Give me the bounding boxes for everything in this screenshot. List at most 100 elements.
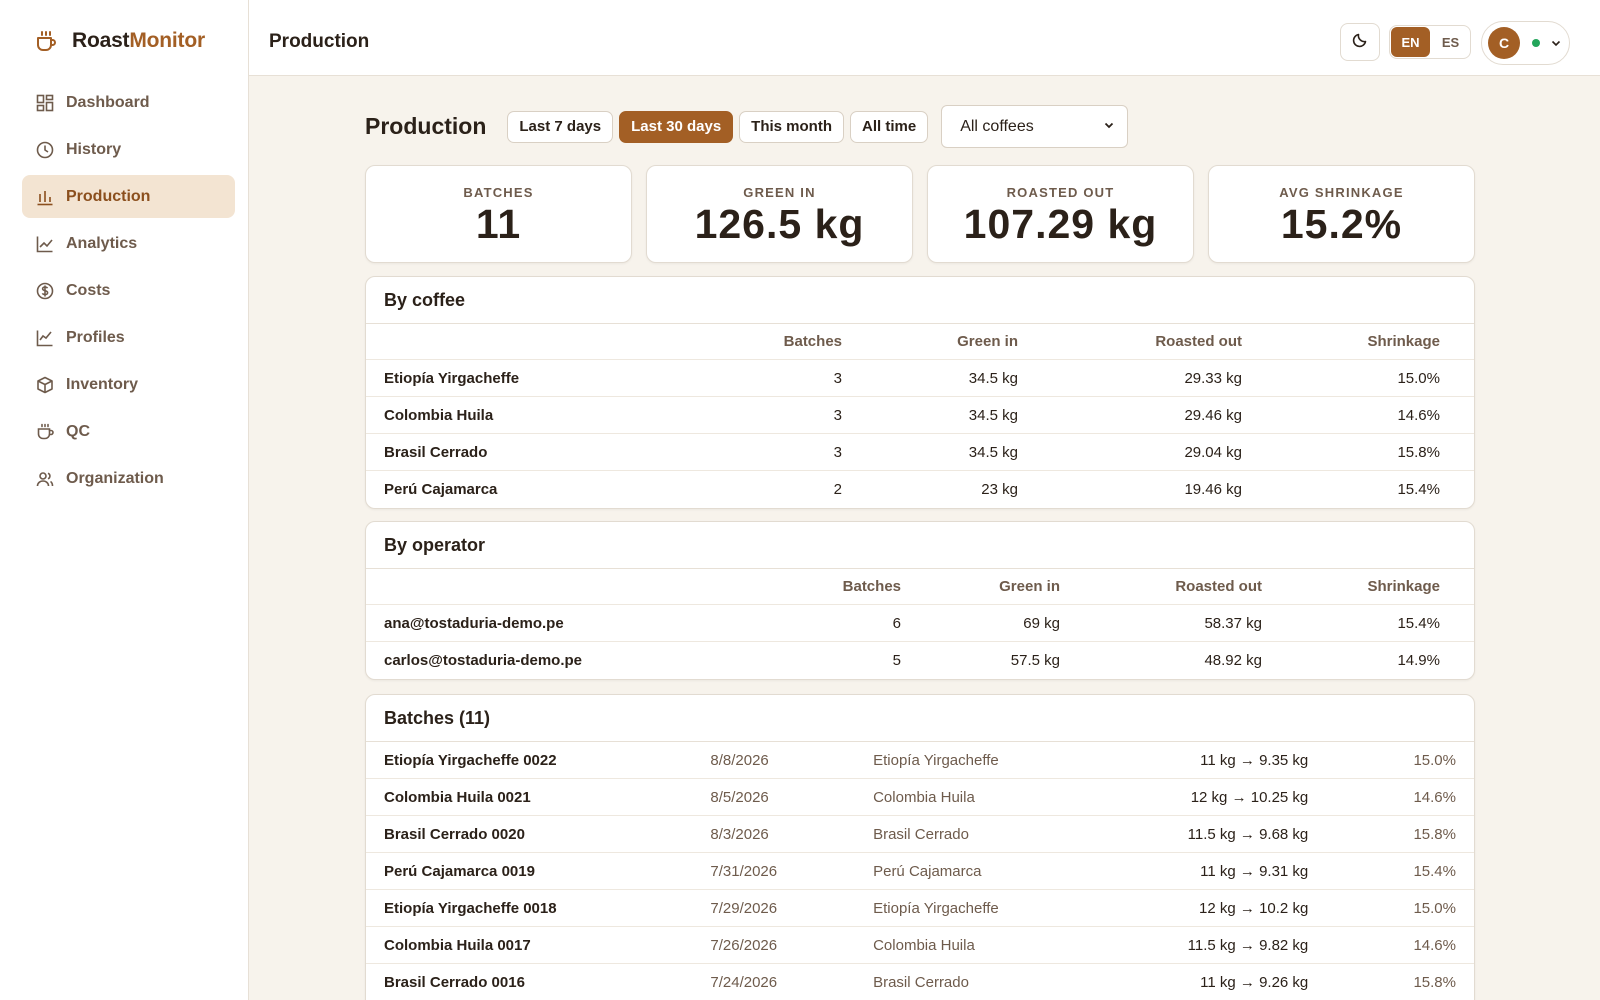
coffee-filter-value: All coffees [960, 117, 1034, 135]
sidebar-item-history[interactable]: History [22, 128, 235, 171]
batch-row[interactable]: Etiopía Yirgacheffe 0022 8/8/2026 Etiopía … [366, 742, 1474, 779]
batch-shrinkage: 15.8% [1413, 974, 1456, 991]
table-row[interactable]: Etiopía Yirgacheffe 3 34.5 kg 29.33 kg 15.0% [366, 360, 1474, 397]
batch-row[interactable]: Colombia Huila 0021 8/5/2026 Colombia Huil… [366, 779, 1474, 816]
batch-row[interactable]: Brasil Cerrado 0016 7/24/2026 Brasil Cerra… [366, 964, 1474, 1000]
sidebar-item-dashboard[interactable]: Dashboard [22, 81, 235, 124]
coffee-name: Etiopía Yirgacheffe [384, 369, 520, 387]
range-last-7-days-button[interactable]: Last 7 days [507, 110, 614, 143]
sidebar-item-profiles[interactable]: Profiles [22, 316, 235, 359]
roasted-out-cell: 19.46 kg [1184, 481, 1242, 498]
range-this-month-button[interactable]: This month [739, 110, 844, 143]
trend-icon [36, 329, 54, 347]
range-all-time-button[interactable]: All time [850, 110, 929, 143]
batch-shrinkage: 15.0% [1413, 751, 1456, 769]
lang-en-button[interactable]: EN [1391, 27, 1430, 57]
batch-coffee: Perú Cajamarca [873, 862, 982, 880]
stat-label: AVG SHRINKAGE [1279, 185, 1404, 200]
sidebar-item-label: Analytics [66, 234, 138, 252]
user-menu-button[interactable]: C [1481, 21, 1570, 65]
card-title: By operator [366, 522, 1474, 569]
batch-row[interactable]: Perú Cajamarca 0019 7/31/2026 Perú Cajamar… [366, 853, 1474, 890]
batch-name: Brasil Cerrado 0020 [384, 825, 525, 843]
stat-card-green-in: GREEN IN 126.5 kg [646, 165, 913, 263]
brand-name-part2: Monitor [129, 29, 205, 52]
brand-logo[interactable]: RoastMonitor [34, 29, 205, 53]
table-row[interactable]: ana@tostaduria-demo.pe 6 69 kg 58.37 kg 15.4… [366, 605, 1474, 642]
green-in-cell: 23 kg [981, 481, 1018, 498]
sidebar-item-analytics[interactable]: Analytics [22, 222, 235, 265]
batch-date: 7/31/2026 [710, 862, 778, 880]
topbar-title: Production [269, 31, 370, 52]
sidebar-item-inventory[interactable]: Inventory [22, 363, 235, 406]
batch-name: Etiopía Yirgacheffe 0018 [384, 899, 557, 917]
online-status-dot [1532, 39, 1540, 47]
table-header: Batches Green in Roasted out Shrinkage [366, 324, 1474, 360]
batch-row[interactable]: Brasil Cerrado 0020 8/3/2026 Brasil Cerrad… [366, 816, 1474, 853]
coffee-name: Brasil Cerrado [384, 443, 488, 461]
table-row[interactable]: Brasil Cerrado 3 34.5 kg 29.04 kg 15.8% [366, 434, 1474, 471]
sidebar-item-label: Costs [66, 281, 111, 299]
sidebar-item-organization[interactable]: Organization [22, 457, 235, 500]
batch-shrinkage: 15.4% [1413, 862, 1456, 880]
sidebar-item-production[interactable]: Production [22, 175, 235, 218]
stat-value: 15.2% [1280, 201, 1403, 247]
avatar: C [1488, 27, 1520, 59]
coffee-filter-select[interactable]: All coffees [941, 105, 1129, 148]
shrinkage-cell: 15.8% [1397, 443, 1440, 461]
stat-label: GREEN IN [743, 185, 816, 200]
operator-email: carlos@tostaduria-demo.pe [384, 652, 583, 669]
by-coffee-card: By coffee Batches Green in Roasted out S… [365, 276, 1475, 509]
batches-cell: 5 [892, 652, 901, 669]
batch-shrinkage: 15.8% [1413, 825, 1456, 843]
batch-shrinkage: 14.6% [1413, 788, 1456, 806]
batch-coffee: Etiopía Yirgacheffe [873, 899, 999, 917]
stat-value: 107.29 kg [963, 201, 1158, 247]
sidebar-item-label: Inventory [66, 375, 139, 393]
col-header-shrinkage: Shrinkage [1367, 578, 1440, 595]
topbar: Production EN ES C [249, 0, 1600, 76]
batch-row[interactable]: Etiopía Yirgacheffe 0018 7/29/2026 Etiopía… [366, 890, 1474, 927]
theme-toggle-button[interactable] [1340, 23, 1380, 61]
sidebar-item-qc[interactable]: QC [22, 410, 235, 453]
batch-coffee: Etiopía Yirgacheffe [873, 751, 999, 769]
table-row[interactable]: Colombia Huila 3 34.5 kg 29.46 kg 14.6% [366, 397, 1474, 434]
roasted-out-cell: 29.46 kg [1184, 406, 1242, 424]
col-header-roasted-out: Roasted out [1155, 333, 1242, 350]
table-header: Batches Green in Roasted out Shrinkage [366, 569, 1474, 605]
batch-name: Brasil Cerrado 0016 [384, 974, 525, 991]
batch-weights: 11 kg → 9.31 kg [1200, 862, 1309, 880]
batch-date: 7/26/2026 [710, 936, 778, 954]
brand-name-part1: Roast [72, 29, 130, 52]
table-row[interactable]: Perú Cajamarca 2 23 kg 19.46 kg 15.4% [366, 471, 1474, 508]
batch-weights: 11 kg → 9.35 kg [1200, 751, 1309, 769]
sidebar-item-label: History [66, 140, 122, 158]
card-title: By coffee [366, 277, 1474, 324]
shrinkage-cell: 15.4% [1397, 614, 1440, 632]
by-operator-card: By operator Batches Green in Roasted out… [365, 521, 1475, 680]
roasted-out-cell: 58.37 kg [1204, 614, 1262, 632]
sidebar-item-label: Organization [66, 469, 164, 487]
table-row[interactable]: carlos@tostaduria-demo.pe 5 57.5 kg 48.92 k… [366, 642, 1474, 679]
box-icon [36, 376, 54, 394]
green-in-cell: 57.5 kg [1010, 652, 1060, 669]
sidebar: RoastMonitor Dashboard History Productio… [0, 0, 249, 1000]
roasted-out-cell: 48.92 kg [1204, 652, 1262, 669]
batch-row[interactable]: Colombia Huila 0017 7/26/2026 Colombia Hui… [366, 927, 1474, 964]
range-last-30-days-button[interactable]: Last 30 days [619, 110, 734, 143]
clock-icon [36, 141, 54, 159]
green-in-cell: 34.5 kg [968, 443, 1018, 461]
stat-value: 11 [475, 201, 522, 247]
batch-coffee: Colombia Huila [873, 788, 975, 806]
stat-label: BATCHES [463, 185, 534, 200]
cup-icon [36, 423, 54, 441]
operator-email: ana@tostaduria-demo.pe [384, 614, 564, 632]
sidebar-item-costs[interactable]: Costs [22, 269, 235, 312]
green-in-cell: 69 kg [1023, 614, 1060, 632]
stat-card-batches: BATCHES 11 [365, 165, 632, 263]
page-title: Production [365, 113, 487, 139]
batches-card: Batches (11) Etiopía Yirgacheffe 0022 8/8… [365, 694, 1475, 1000]
lang-es-button[interactable]: ES [1431, 26, 1470, 58]
batch-coffee: Brasil Cerrado [873, 825, 969, 843]
batches-cell: 2 [833, 481, 842, 498]
